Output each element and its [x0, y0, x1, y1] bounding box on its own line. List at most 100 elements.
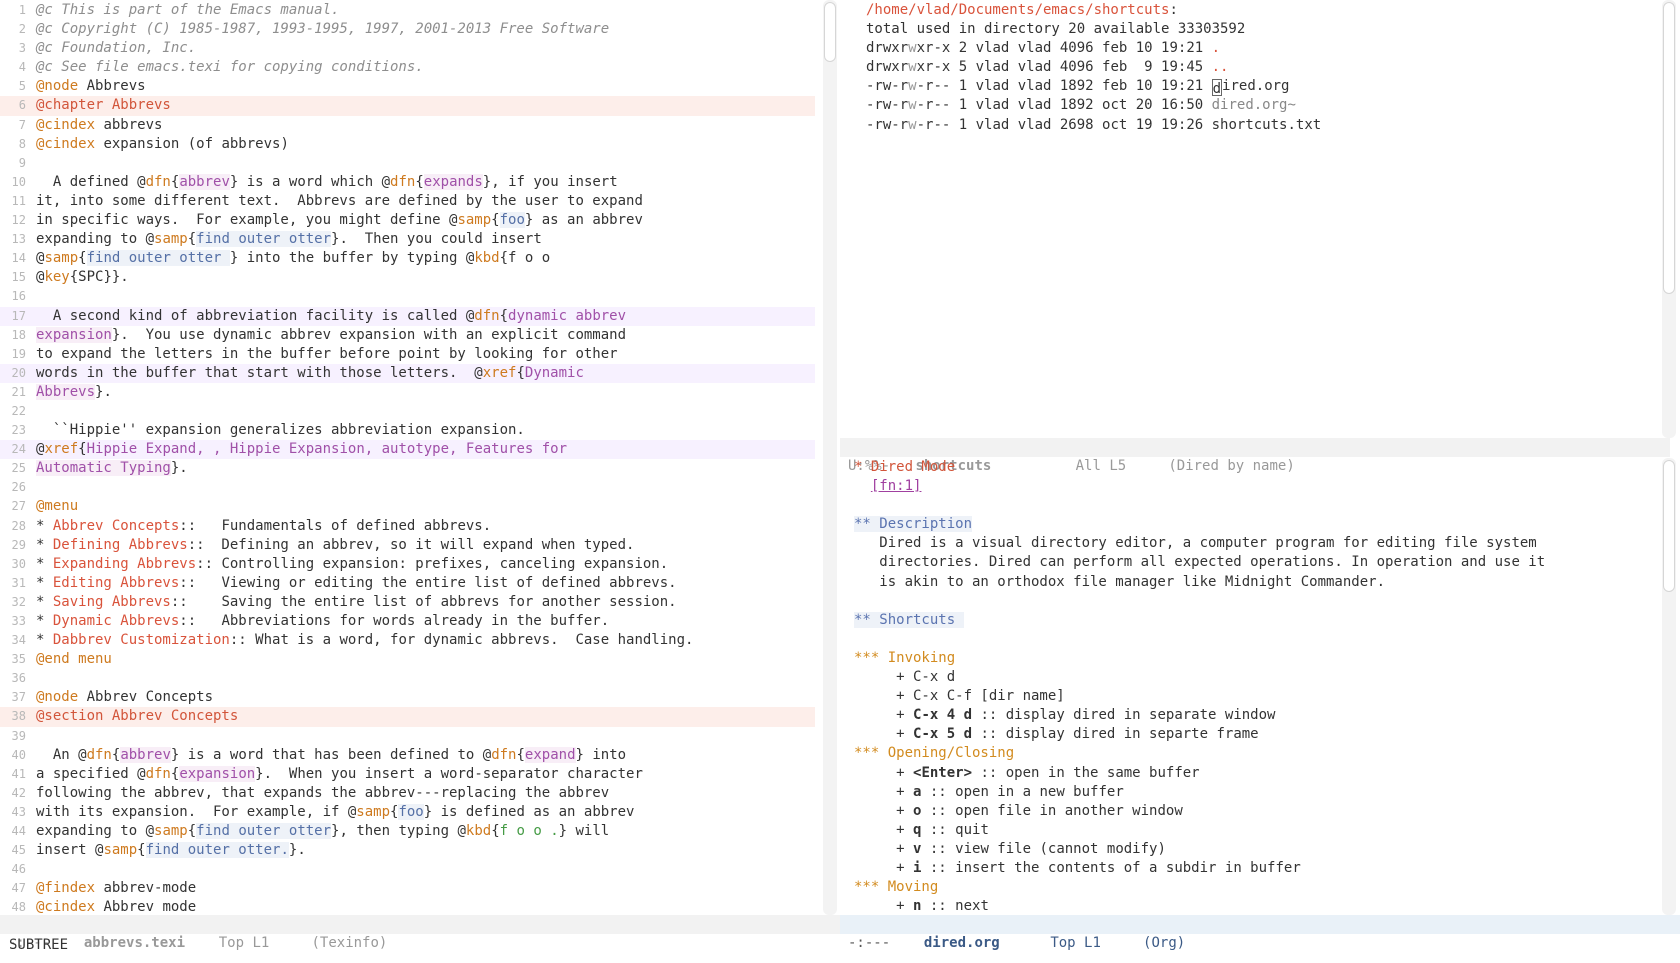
text-line[interactable]: 39	[0, 727, 815, 746]
text-line[interactable]: 8 @cindex expansion (of abbrevs)	[0, 135, 815, 154]
left-scrollbar-thumb[interactable]	[824, 2, 836, 62]
text-segment: :: Viewing or editing the entire list of…	[179, 574, 677, 591]
text-line[interactable]: + o :: open file in another window	[848, 802, 1650, 821]
texinfo-editor-pane[interactable]: 1 @c This is part of the Emacs manual. 2 @c…	[0, 0, 815, 918]
text-line[interactable]: 14 @samp{find outer otter } into the buff…	[0, 249, 815, 268]
text-line[interactable]: + i :: insert the contents of a subdir i…	[848, 859, 1650, 878]
text-line[interactable]: 29 * Defining Abbrevs:: Defining an abbre…	[0, 536, 815, 555]
text-line[interactable]: 27 @menu	[0, 497, 815, 516]
text-line[interactable]: 41 a specified @dfn{expansion}. When you …	[0, 765, 815, 784]
text-line[interactable]: 15 @key{SPC}}.	[0, 268, 815, 287]
text-line[interactable]: is akin to an orthodox file manager like…	[848, 573, 1650, 592]
dired-listing[interactable]: /home/vlad/Documents/emacs/shortcuts: tot…	[860, 0, 1650, 135]
org-scrollbar[interactable]	[1662, 458, 1676, 915]
text-line[interactable]: 42 following the abbrev, that expands the…	[0, 784, 815, 803]
line-number: 19	[11, 346, 26, 361]
left-scrollbar[interactable]	[823, 0, 837, 915]
text-line[interactable]: 11 it, into some different text. Abbrevs …	[0, 192, 815, 211]
text-line[interactable]: * Dired Mode	[848, 458, 1650, 477]
text-line[interactable]: drwxrwxr-x 2 vlad vlad 4096 feb 10 19:21…	[860, 39, 1650, 58]
text-line[interactable]: 43 with its expansion. For example, if @s…	[0, 803, 815, 822]
text-line[interactable]: ** Description	[848, 515, 1650, 534]
text-line[interactable]: directories. Dired can perform all expec…	[848, 553, 1650, 572]
text-line[interactable]: 19 to expand the letters in the buffer be…	[0, 345, 815, 364]
dired-pane[interactable]: /home/vlad/Documents/emacs/shortcuts: tot…	[860, 0, 1650, 438]
text-line[interactable]: 25 Automatic Typing}.	[0, 459, 815, 478]
text-line[interactable]	[848, 496, 1650, 515]
text-line[interactable]: 13 expanding to @samp{find outer otter}. …	[0, 230, 815, 249]
text-line[interactable]: 30 * Expanding Abbrevs:: Controlling expa…	[0, 555, 815, 574]
echo-area[interactable]: SUBTREE	[9, 935, 68, 955]
text-segment: -r-- 1 vlad vlad 1892 feb 10 19:21	[916, 78, 1212, 95]
text-segment: :: Controlling expansion: prefixes, canc…	[196, 555, 669, 572]
text-line[interactable]: ** Shortcuts	[848, 611, 1650, 630]
text-line[interactable]: 44 expanding to @samp{find outer otter}, …	[0, 822, 815, 841]
text-line[interactable]: *** Invoking	[848, 649, 1650, 668]
text-line[interactable]: 22	[0, 402, 815, 421]
text-line[interactable]: + q :: quit	[848, 821, 1650, 840]
text-line[interactable]: 16	[0, 287, 815, 306]
text-line[interactable]: 46	[0, 860, 815, 879]
text-line[interactable]: 4 @c See file emacs.texi for copying cond…	[0, 58, 815, 77]
text-line[interactable]: 21 Abbrevs}.	[0, 383, 815, 402]
text-line[interactable]: + C-x 5 d :: display dired in separte fr…	[848, 725, 1650, 744]
text-line[interactable]: 47 @findex abbrev-mode	[0, 879, 815, 898]
text-line[interactable]: 20 words in the buffer that start with th…	[0, 363, 815, 383]
text-line[interactable]: -rw-rw-r-- 1 vlad vlad 1892 feb 10 19:21…	[860, 77, 1650, 97]
text-line[interactable]: *** Opening/Closing	[848, 744, 1650, 763]
text-line[interactable]: drwxrwxr-x 5 vlad vlad 4096 feb 9 19:45 …	[860, 58, 1650, 77]
org-scrollbar-thumb[interactable]	[1663, 460, 1675, 592]
dired-scrollbar[interactable]	[1662, 0, 1676, 438]
text-line[interactable]: 17 A second kind of abbreviation facilit…	[0, 306, 815, 326]
text-line[interactable]: + <Enter> :: open in the same buffer	[848, 764, 1650, 783]
text-line[interactable]: 45 insert @samp{find outer otter.}.	[0, 841, 815, 860]
text-line[interactable]: 36	[0, 669, 815, 688]
text-segment: ** Shortcuts	[854, 611, 964, 628]
left-modeline-buffer: abbrevs.texi	[83, 935, 186, 951]
org-buffer-text[interactable]: * Dired Mode [fn:1] ** Description Dired …	[848, 458, 1650, 915]
text-line[interactable]: 38 @section Abbrev Concepts	[0, 707, 815, 727]
text-line[interactable]: + a :: open in a new buffer	[848, 783, 1650, 802]
text-line[interactable]: /home/vlad/Documents/emacs/shortcuts:	[860, 1, 1650, 20]
text-line[interactable]: 1 @c This is part of the Emacs manual.	[0, 1, 815, 20]
text-line[interactable]: 12 in specific ways. For example, you mig…	[0, 211, 815, 230]
text-line[interactable]: + C-x 4 d :: display dired in separate w…	[848, 706, 1650, 725]
text-line[interactable]: 23 ``Hippie'' expansion generalizes abbr…	[0, 421, 815, 440]
text-line[interactable]: 40 An @dfn{abbrev} is a word that has be…	[0, 746, 815, 765]
text-line[interactable]: -rw-rw-r-- 1 vlad vlad 2698 oct 19 19:26…	[860, 116, 1650, 135]
text-line[interactable]: -rw-rw-r-- 1 vlad vlad 1892 oct 20 16:50…	[860, 96, 1650, 115]
text-line[interactable]: 35 @end menu	[0, 650, 815, 669]
text-line[interactable]: 5 @node Abbrevs	[0, 77, 815, 96]
text-line[interactable]: 18 expansion}. You use dynamic abbrev exp…	[0, 326, 815, 345]
org-pane[interactable]: * Dired Mode [fn:1] ** Description Dired …	[848, 458, 1650, 915]
text-line[interactable]	[848, 630, 1650, 649]
text-line[interactable]: *** Moving	[848, 878, 1650, 897]
text-line[interactable]: [fn:1]	[848, 477, 1650, 496]
text-segment: * Dired Mode	[854, 459, 956, 475]
dired-scrollbar-thumb[interactable]	[1663, 2, 1675, 294]
text-line[interactable]: 9	[0, 154, 815, 173]
text-line[interactable]: 2 @c Copyright (C) 1985-1987, 1993-1995, …	[0, 20, 815, 39]
text-line[interactable]: 10 A defined @dfn{abbrev} is a word whic…	[0, 173, 815, 192]
text-line[interactable]: Dired is a visual directory editor, a co…	[848, 534, 1650, 553]
text-line[interactable]: 6 @chapter Abbrevs	[0, 96, 815, 116]
text-line[interactable]: + n :: next	[848, 897, 1650, 915]
text-line[interactable]: 33 * Dynamic Abbrevs:: Abbreviations for …	[0, 612, 815, 631]
text-line[interactable]: 34 * Dabbrev Customization:: What is a wo…	[0, 631, 815, 650]
text-line[interactable]: 31 * Editing Abbrevs:: Viewing or editing…	[0, 574, 815, 593]
text-segment: @findex	[36, 880, 96, 897]
text-line[interactable]: + v :: view file (cannot modify)	[848, 840, 1650, 859]
text-line[interactable]: 28 * Abbrev Concepts:: Fundamentals of de…	[0, 517, 815, 536]
text-line[interactable]: 32 * Saving Abbrevs:: Saving the entire l…	[0, 593, 815, 612]
line-number: 32	[11, 594, 26, 609]
text-line[interactable]: total used in directory 20 available 333…	[860, 20, 1650, 39]
text-line[interactable]: + C-x d	[848, 668, 1650, 687]
text-line[interactable]: 24 @xref{Hippie Expand, , Hippie Expansio…	[0, 440, 815, 460]
text-line[interactable]: + C-x C-f [dir name]	[848, 687, 1650, 706]
text-line[interactable]	[848, 592, 1650, 611]
text-line[interactable]: 3 @c Foundation, Inc.	[0, 39, 815, 58]
texinfo-buffer-text[interactable]: 1 @c This is part of the Emacs manual. 2 @c…	[0, 0, 815, 918]
text-line[interactable]: 7 @cindex abbrevs	[0, 116, 815, 135]
text-line[interactable]: 26	[0, 478, 815, 497]
text-line[interactable]: 37 @node Abbrev Concepts	[0, 688, 815, 707]
